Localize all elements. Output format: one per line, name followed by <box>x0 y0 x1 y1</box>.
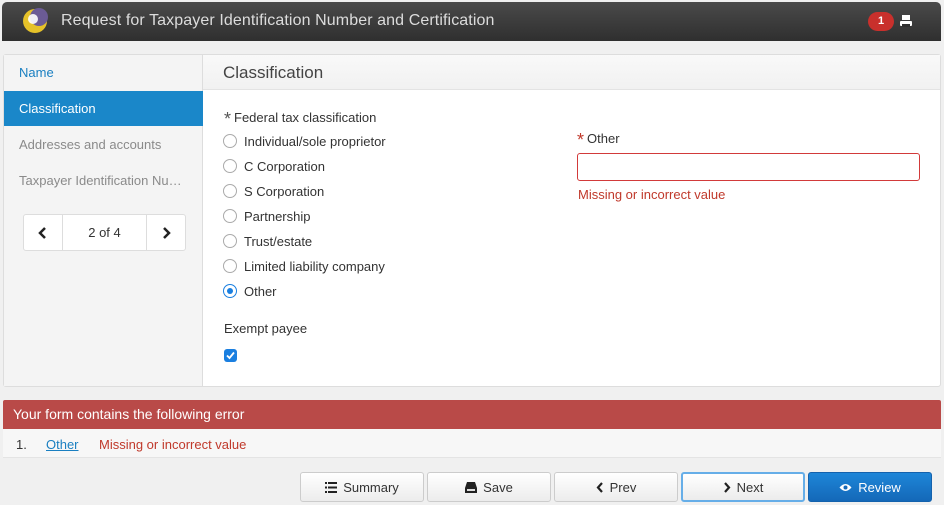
chevron-left-icon <box>38 226 46 239</box>
next-button[interactable]: Next <box>681 472 805 502</box>
radio-button[interactable] <box>223 134 237 148</box>
error-banner: Your form contains the following error <box>3 400 941 429</box>
error-number: 1. <box>16 437 27 452</box>
radio-button[interactable] <box>223 209 237 223</box>
next-label: Next <box>736 479 764 495</box>
summary-label: Summary <box>343 479 399 495</box>
section-title: Classification <box>223 63 324 82</box>
section-sidebar: Name Classification Addresses and accoun… <box>4 55 203 386</box>
print-icon[interactable] <box>899 14 913 28</box>
sidebar-item-name[interactable]: Name <box>4 55 203 90</box>
save-label: Save <box>483 479 513 495</box>
section-pager: 2 of 4 <box>23 214 186 251</box>
radio-partnership[interactable]: Partnership <box>223 206 310 226</box>
radio-button[interactable] <box>223 159 237 173</box>
app-title: Request for Taxpayer Identification Numb… <box>61 12 495 29</box>
prev-label: Prev <box>609 479 637 495</box>
other-label-text: Other <box>587 131 620 146</box>
chevron-right-icon <box>163 226 171 239</box>
error-message: Missing or incorrect value <box>99 437 247 452</box>
error-field-link[interactable]: Other <box>46 437 79 452</box>
sidebar-item-tin[interactable]: Taxpayer Identification Nu… <box>4 163 203 198</box>
radio-label: S Corporation <box>244 183 325 199</box>
pager-next-button[interactable] <box>146 215 185 250</box>
radio-c-corporation[interactable]: C Corporation <box>223 156 325 176</box>
required-marker: * <box>224 109 232 129</box>
form-panel: Name Classification Addresses and accoun… <box>3 54 941 387</box>
required-marker: * <box>577 130 585 150</box>
radio-llc[interactable]: Limited liability company <box>223 256 385 276</box>
summary-button[interactable]: Summary <box>300 472 424 502</box>
radio-label: Other <box>244 283 277 299</box>
radio-label: Partnership <box>244 208 311 224</box>
exempt-payee-checkbox[interactable] <box>224 349 237 362</box>
review-button[interactable]: Review <box>808 472 932 502</box>
radio-individual[interactable]: Individual/sole proprietor <box>223 131 386 151</box>
pager-count: 2 of 4 <box>88 225 121 240</box>
radio-button[interactable] <box>223 234 237 248</box>
other-error-message: Missing or incorrect value <box>578 187 726 202</box>
save-button[interactable]: Save <box>427 472 551 502</box>
radio-other[interactable]: Other <box>223 281 277 301</box>
checkmark-icon <box>226 351 235 360</box>
section-content: Classification * Federal tax classificati… <box>203 55 940 386</box>
review-label: Review <box>858 479 901 495</box>
radio-label: Limited liability company <box>244 258 385 274</box>
sidebar-item-addresses[interactable]: Addresses and accounts <box>4 127 203 162</box>
prev-button[interactable]: Prev <box>554 472 678 502</box>
pager-prev-button[interactable] <box>24 215 63 250</box>
radio-button-selected[interactable] <box>223 284 237 298</box>
radio-label: C Corporation <box>244 158 325 174</box>
list-icon <box>325 481 338 493</box>
sidebar-item-classification[interactable]: Classification <box>4 91 203 126</box>
radio-trust-estate[interactable]: Trust/estate <box>223 231 312 251</box>
error-count-badge[interactable]: 1 <box>868 12 894 31</box>
other-input[interactable] <box>577 153 920 181</box>
radio-button[interactable] <box>223 184 237 198</box>
radio-s-corporation[interactable]: S Corporation <box>223 181 324 201</box>
other-label: * Other <box>577 127 620 150</box>
save-icon <box>465 481 478 493</box>
chevron-right-icon <box>723 481 731 493</box>
classification-label-text: Federal tax classification <box>234 110 377 125</box>
radio-button[interactable] <box>223 259 237 273</box>
eye-icon <box>839 483 852 491</box>
error-list: 1. Other Missing or incorrect value <box>3 429 941 458</box>
section-header: Classification <box>203 55 940 90</box>
radio-label: Trust/estate <box>244 233 313 249</box>
exempt-payee-label: Exempt payee <box>224 321 308 336</box>
title-bar: Request for Taxpayer Identification Numb… <box>2 2 941 41</box>
classification-label: * Federal tax classification <box>224 106 377 129</box>
radio-label: Individual/sole proprietor <box>244 133 386 149</box>
chevron-left-icon <box>596 481 603 493</box>
app-logo-icon <box>23 8 48 33</box>
